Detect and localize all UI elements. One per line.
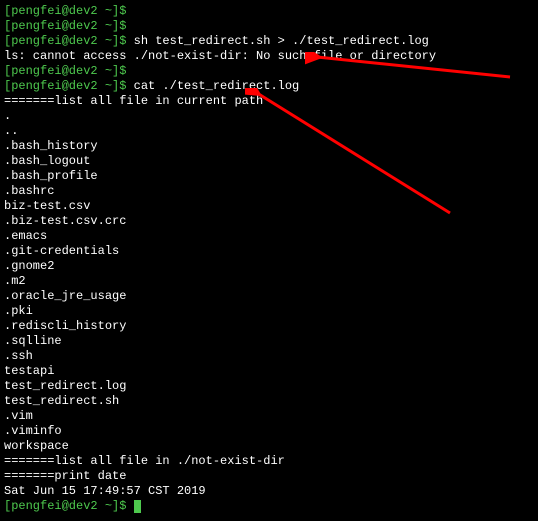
prompt-userhost: [pengfei@dev2 ~]$ (4, 4, 134, 18)
file-entry: .emacs (4, 229, 534, 244)
prompt-line[interactable]: [pengfei@dev2 ~]$ (4, 499, 534, 514)
file-entry: .rediscli_history (4, 319, 534, 334)
prompt-userhost: [pengfei@dev2 ~]$ (4, 34, 134, 48)
prompt-line[interactable]: [pengfei@dev2 ~]$ (4, 64, 534, 79)
file-entry: .git-credentials (4, 244, 534, 259)
file-entry: .ssh (4, 349, 534, 364)
prompt-userhost: [pengfei@dev2 ~]$ (4, 19, 134, 33)
file-entry: .pki (4, 304, 534, 319)
file-entry: .vim (4, 409, 534, 424)
file-entry: test_redirect.log (4, 379, 534, 394)
file-entry: .gnome2 (4, 259, 534, 274)
output-error: ls: cannot access ./not-exist-dir: No su… (4, 49, 534, 64)
file-entry: .. (4, 124, 534, 139)
file-entry: . (4, 109, 534, 124)
prompt-line[interactable]: [pengfei@dev2 ~]$ cat ./test_redirect.lo… (4, 79, 534, 94)
prompt-userhost: [pengfei@dev2 ~]$ (4, 79, 134, 93)
file-entry: .m2 (4, 274, 534, 289)
command-text: sh test_redirect.sh > ./test_redirect.lo… (134, 34, 429, 48)
file-entry: .bashrc (4, 184, 534, 199)
file-entry: testapi (4, 364, 534, 379)
prompt-userhost: [pengfei@dev2 ~]$ (4, 499, 134, 513)
file-entry: .oracle_jre_usage (4, 289, 534, 304)
file-entry: .bash_history (4, 139, 534, 154)
output-date: Sat Jun 15 17:49:57 CST 2019 (4, 484, 534, 499)
file-entry: workspace (4, 439, 534, 454)
prompt-line[interactable]: [pengfei@dev2 ~]$ (4, 19, 534, 34)
file-entry: .sqlline (4, 334, 534, 349)
file-entry: biz-test.csv (4, 199, 534, 214)
file-entry: .bash_logout (4, 154, 534, 169)
output-section-header: =======list all file in ./not-exist-dir (4, 454, 534, 469)
file-entry: test_redirect.sh (4, 394, 534, 409)
prompt-line[interactable]: [pengfei@dev2 ~]$ sh test_redirect.sh > … (4, 34, 534, 49)
output-section-header: =======list all file in current path (4, 94, 534, 109)
prompt-userhost: [pengfei@dev2 ~]$ (4, 64, 134, 78)
output-section-header: =======print date (4, 469, 534, 484)
file-entry: .biz-test.csv.crc (4, 214, 534, 229)
command-text: cat ./test_redirect.log (134, 79, 300, 93)
cursor (134, 500, 141, 513)
file-entry: .viminfo (4, 424, 534, 439)
file-entry: .bash_profile (4, 169, 534, 184)
prompt-line[interactable]: [pengfei@dev2 ~]$ (4, 4, 534, 19)
